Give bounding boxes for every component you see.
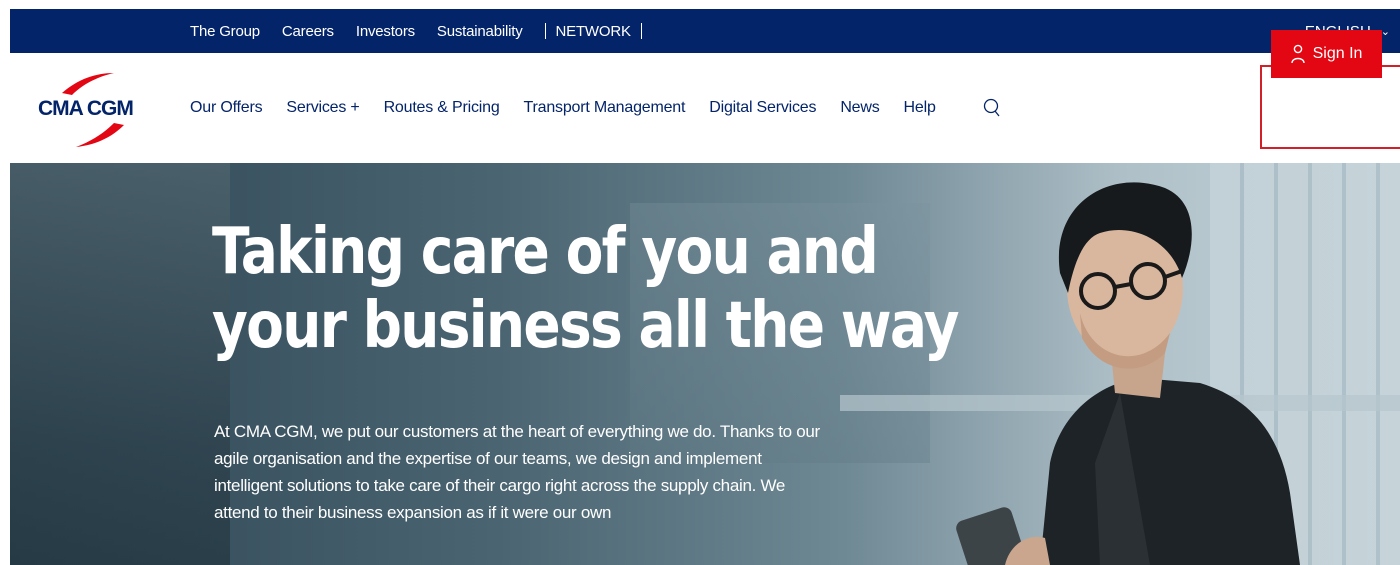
main-navigation: CMA CGM Our Offers Services + Routes & P… (10, 53, 1400, 163)
nav-transport-management[interactable]: Transport Management (524, 99, 686, 117)
link-careers[interactable]: Careers (282, 23, 334, 40)
chevron-down-icon: ⌄ (1380, 25, 1390, 38)
headline-line-2: your business all the way (212, 289, 960, 363)
headline-line-1: Taking care of you and (212, 215, 879, 289)
sign-in-button[interactable]: Sign In (1271, 30, 1382, 78)
link-the-group[interactable]: The Group (190, 23, 260, 40)
top-utility-bar: The Group Careers Investors Sustainabili… (10, 9, 1400, 53)
hero-headline: Taking care of you and your business all … (212, 215, 960, 363)
cma-cgm-logo[interactable]: CMA CGM (38, 67, 148, 151)
nav-services[interactable]: Services + (286, 99, 359, 117)
hero-person-image (956, 182, 1300, 565)
divider (544, 23, 546, 39)
divider (640, 23, 642, 39)
nav-help[interactable]: Help (904, 99, 936, 117)
link-sustainability[interactable]: Sustainability (437, 23, 523, 40)
utility-links: The Group Careers Investors Sustainabili… (190, 9, 652, 53)
hero-banner: Taking care of you and your business all … (10, 163, 1400, 565)
logo-wordmark: CMA CGM (38, 97, 134, 120)
window-edge (0, 0, 10, 565)
background-building-left (10, 163, 230, 565)
nav-routes-pricing[interactable]: Routes & Pricing (384, 99, 500, 117)
nav-news[interactable]: News (840, 99, 879, 117)
nav-digital-services[interactable]: Digital Services (709, 99, 816, 117)
nav-our-offers[interactable]: Our Offers (190, 99, 263, 117)
hero-description: At CMA CGM, we put our customers at the … (214, 422, 820, 522)
user-icon (1290, 44, 1305, 64)
link-investors[interactable]: Investors (356, 23, 415, 40)
link-network[interactable]: NETWORK (556, 23, 631, 40)
nav-menu: Our Offers Services + Routes & Pricing T… (190, 53, 1002, 163)
sign-in-label: Sign In (1312, 45, 1363, 62)
search-icon[interactable] (980, 97, 1002, 119)
